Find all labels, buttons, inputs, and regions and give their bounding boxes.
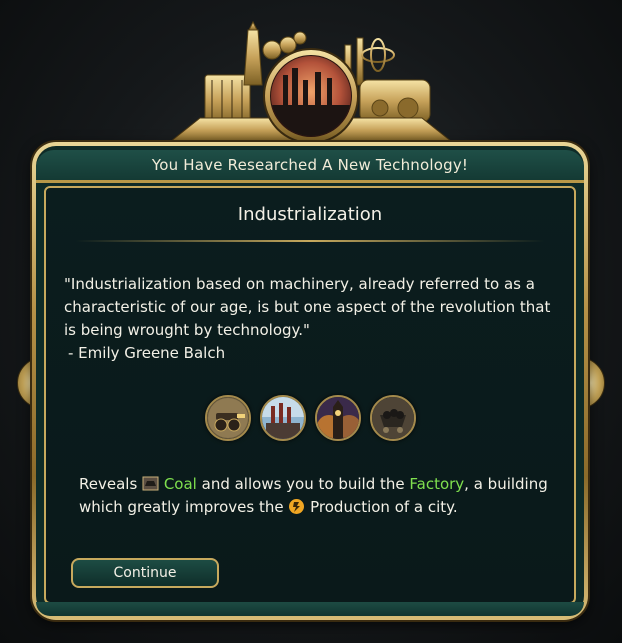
reveals-prefix: Reveals [79,475,138,493]
tech-name: Industrialization [237,204,383,225]
reveals-yield: Production of a city. [310,498,458,516]
coal-resource-icon [142,475,159,492]
quote-text: "Industrialization based on machinery, a… [64,275,551,339]
tech-popup-frame: You Have Researched A New Technology! In… [32,142,588,620]
factory-link[interactable]: Factory [409,475,464,493]
factory-icon[interactable] [259,395,306,441]
tech-quote: "Industrialization based on machinery, a… [64,273,562,365]
coal-link[interactable]: Coal [164,475,197,493]
title-divider [76,240,544,242]
popup-title: You Have Researched A New Technology! [151,156,469,174]
coal-cart-icon[interactable] [369,395,416,441]
unlock-icons [46,395,574,441]
tech-popup: You Have Researched A New Technology! In… [36,146,584,616]
reveals-middle: and allows you to build the [201,475,405,493]
continue-button[interactable]: Continue [71,558,219,588]
reveals-text: Reveals Coal and allows you to build the… [79,473,554,519]
technology-crest [168,20,454,144]
popup-content-panel: Industrialization "Industrialization bas… [44,186,576,604]
popup-header: You Have Researched A New Technology! [36,150,584,183]
quote-author: - Emily Greene Balch [68,344,226,362]
production-icon [288,498,305,515]
gatling-gun-icon[interactable] [204,395,251,441]
big-ben-icon[interactable] [314,395,361,441]
popup-footer [36,602,584,616]
